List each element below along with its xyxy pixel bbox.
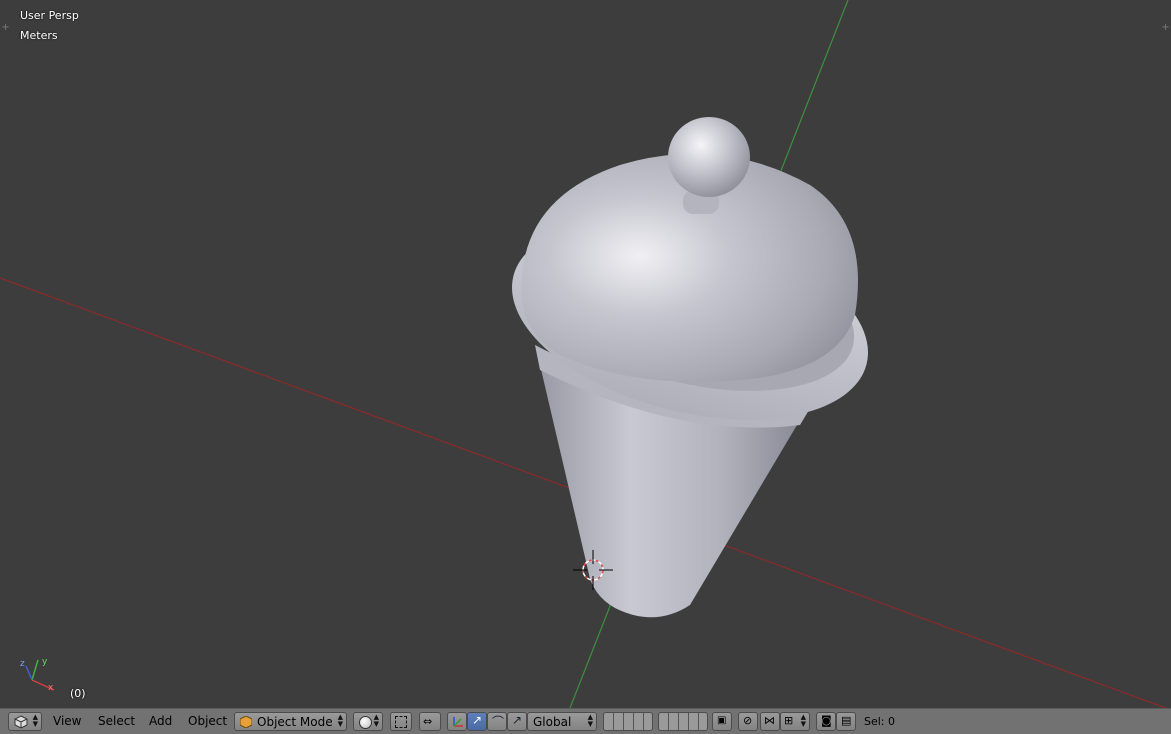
lock-icon: ▣ <box>717 715 727 726</box>
menu-add[interactable]: Add <box>149 714 172 728</box>
viewport-shading-button[interactable]: ▲ ▼ <box>353 712 383 731</box>
layers-group-2[interactable] <box>658 712 708 731</box>
snap-element-dropdown[interactable]: ⊞ ▲ ▼ <box>780 712 810 731</box>
3d-viewport[interactable]: y z x + + User Persp Meters (0) <box>0 0 1171 708</box>
svg-text:x: x <box>48 683 54 693</box>
units-label: Meters <box>20 29 58 42</box>
solid-shading-icon <box>359 716 372 729</box>
mode-dropdown[interactable]: Object Mode ▲ ▼ <box>234 712 347 731</box>
snap-grid-icon: ⊞ <box>784 714 794 727</box>
updown-icon: ▲ ▼ <box>373 713 379 728</box>
orientation-dropdown[interactable]: Global ▲ ▼ <box>527 712 597 731</box>
clapper-icon: ▤ <box>841 714 852 727</box>
orientation-label: Global <box>533 715 572 729</box>
axis-gizmo-icon: y z x <box>20 657 55 693</box>
proportional-edit-button[interactable]: ⊘ <box>738 712 758 731</box>
shaker-mesh[interactable] <box>491 117 889 618</box>
opengl-animation-button[interactable]: ▤ <box>836 712 856 731</box>
editor-type-button[interactable]: ▲ ▼ <box>8 712 42 731</box>
rotate-manipulator-button[interactable]: ⌒ <box>487 712 507 731</box>
properties-toggle-icon[interactable]: + <box>1161 23 1170 33</box>
manipulator-icon: ⇔ <box>423 715 433 728</box>
transform-widget-toggle[interactable] <box>447 712 467 731</box>
svg-text:y: y <box>42 657 48 667</box>
axis-widget-icon <box>453 717 463 727</box>
updown-icon: ▲ ▼ <box>587 713 593 728</box>
updown-icon: ▲ ▼ <box>32 713 38 728</box>
scene-canvas[interactable]: y z x <box>0 0 1171 708</box>
manipulator-toggle-button[interactable]: ⇔ <box>419 712 441 731</box>
view-name-label: User Persp <box>20 9 79 22</box>
proportional-icon: ⊘ <box>743 714 753 727</box>
scale-manipulator-button[interactable]: ↗ <box>507 712 527 731</box>
shaker-knob[interactable] <box>668 117 750 197</box>
rotate-icon: ⌒ <box>492 715 505 729</box>
menu-view[interactable]: View <box>53 714 81 728</box>
lock-layers-button[interactable]: ▣ <box>712 712 732 731</box>
toolshelf-toggle-icon[interactable]: + <box>1 23 10 33</box>
frame-label: (0) <box>70 687 86 700</box>
translate-manipulator-button[interactable]: ↗ <box>467 712 487 731</box>
updown-icon: ▲ ▼ <box>337 713 343 728</box>
selection-count: Sel: 0 <box>864 715 896 728</box>
pivot-icon <box>395 716 407 728</box>
snap-toggle-button[interactable]: ⋈ <box>760 712 780 731</box>
updown-icon: ▲ ▼ <box>800 713 806 728</box>
scale-icon: ↗ <box>512 713 523 727</box>
mode-label: Object Mode <box>257 715 333 729</box>
object-mode-icon <box>240 716 252 728</box>
layers-group-1[interactable] <box>603 712 653 731</box>
menu-select[interactable]: Select <box>98 714 135 728</box>
pivot-point-button[interactable] <box>390 712 412 731</box>
camera-icon: ◙ <box>821 714 832 727</box>
svg-text:z: z <box>20 659 25 669</box>
arrow-icon: ↗ <box>472 713 483 727</box>
menu-object[interactable]: Object <box>188 714 227 728</box>
magnet-icon: ⋈ <box>764 714 775 727</box>
cube-icon <box>14 715 28 729</box>
viewport-header: ▲ ▼ View Select Add Object Object Mode ▲ ▼… <box>0 708 1171 734</box>
opengl-render-button[interactable]: ◙ <box>816 712 836 731</box>
